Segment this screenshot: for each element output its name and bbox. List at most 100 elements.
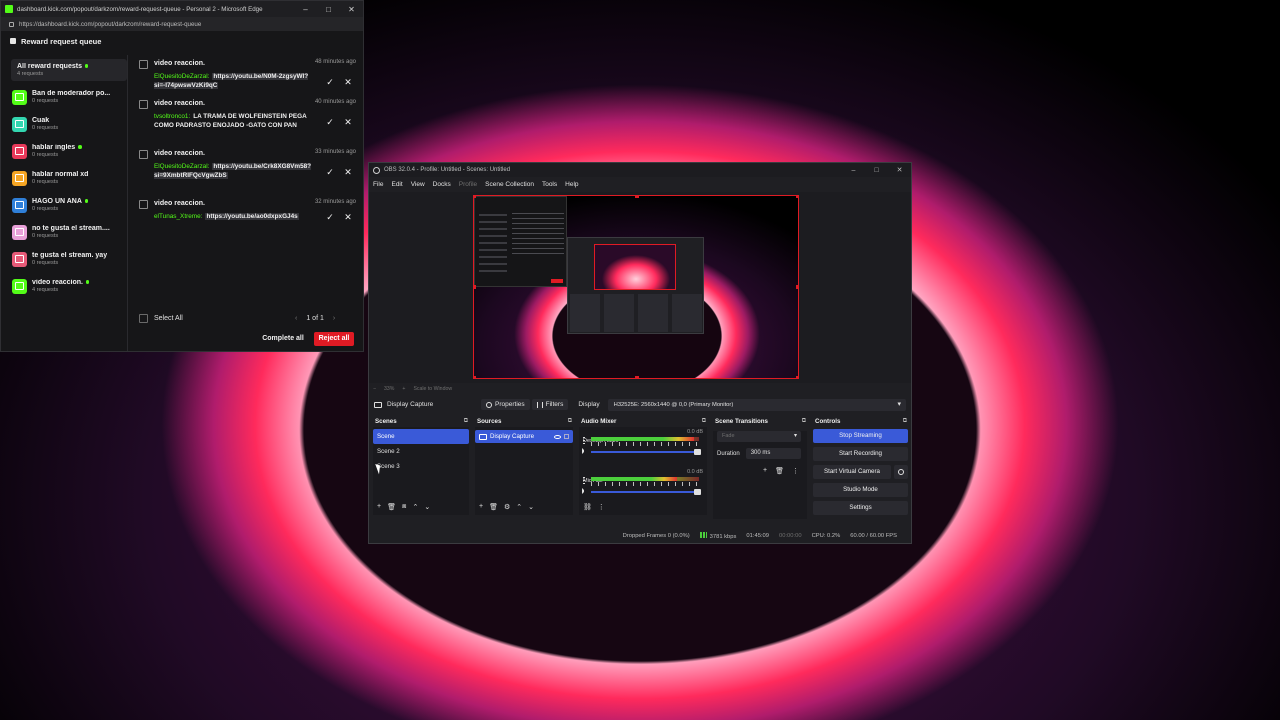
reject-all-button[interactable]: Reject all	[314, 332, 354, 346]
resize-handle[interactable]	[474, 196, 476, 198]
resize-handle[interactable]	[474, 285, 476, 289]
move-up-icon[interactable]: ⌃	[516, 503, 522, 511]
dock-menu-icon[interactable]: ⧉	[802, 416, 806, 427]
menu-scene-collection[interactable]: Scene Collection	[485, 181, 534, 188]
sidebar-item-reward[interactable]: no te gusta el stream.... 0 requests	[12, 220, 128, 244]
channel-menu-icon[interactable]	[583, 477, 585, 484]
channel-menu-icon[interactable]	[583, 437, 585, 444]
reject-x-icon[interactable]: ✕	[343, 117, 353, 127]
display-select[interactable]: H32525E: 2560x1440 @ 0,0 (Primary Monito…	[607, 398, 906, 411]
virtual-camera-settings-button[interactable]	[894, 465, 908, 479]
approve-check-icon[interactable]: ✓	[325, 212, 335, 222]
reject-x-icon[interactable]: ✕	[343, 167, 353, 177]
move-down-icon[interactable]: ⌄	[424, 503, 430, 511]
add-icon[interactable]: +	[763, 467, 767, 475]
menu-profile[interactable]: Profile	[459, 181, 477, 188]
volume-slider[interactable]	[591, 489, 701, 495]
resize-handle[interactable]	[796, 196, 798, 198]
trash-icon[interactable]: 🗑	[387, 503, 396, 511]
link-icon[interactable]: ⛓	[583, 503, 592, 511]
request-username[interactable]: tvsoltronco1:	[154, 113, 190, 120]
volume-slider-knob[interactable]	[694, 489, 701, 495]
resize-handle[interactable]	[474, 376, 476, 378]
request-username[interactable]: ElQuesitoDeZarzal:	[154, 163, 209, 170]
filter-icon[interactable]: ⧈	[402, 503, 406, 511]
menu-tools[interactable]: Tools	[542, 181, 557, 188]
studio-mode-button[interactable]: Studio Mode	[813, 483, 908, 497]
reject-x-icon[interactable]: ✕	[343, 77, 353, 87]
select-all-label[interactable]: Select All	[154, 315, 183, 322]
start-virtual-camera-button[interactable]: Start Virtual Camera	[813, 465, 891, 479]
scene-item-scene-2[interactable]: Scene 2	[373, 444, 469, 459]
approve-check-icon[interactable]: ✓	[325, 167, 335, 177]
minimize-icon[interactable]: –	[842, 167, 865, 174]
speaker-icon[interactable]	[582, 488, 588, 494]
menu-file[interactable]: File	[373, 181, 383, 188]
zoom-in-icon[interactable]: +	[402, 386, 405, 392]
gear-icon[interactable]: ⚙	[504, 503, 510, 511]
scale-mode[interactable]: Scale to Window	[413, 386, 452, 392]
settings-button[interactable]: Settings	[813, 501, 908, 515]
preview-display-capture[interactable]	[473, 195, 799, 379]
sidebar-item-reward[interactable]: hablar ingles 0 requests	[12, 139, 128, 163]
select-all-checkbox[interactable]	[139, 314, 148, 323]
scene-item-scene-3[interactable]: Scene 3	[373, 459, 469, 474]
resize-handle[interactable]	[635, 376, 639, 378]
complete-all-button[interactable]: Complete all	[258, 332, 308, 346]
resize-handle[interactable]	[796, 285, 798, 289]
request-username[interactable]: elTunas_Xtreme:	[154, 213, 202, 220]
duration-input[interactable]: 300 ms	[745, 448, 801, 459]
move-up-icon[interactable]: ⌃	[412, 503, 418, 511]
close-icon[interactable]: ✕	[888, 166, 911, 174]
trash-icon[interactable]: 🗑	[489, 503, 498, 511]
request-checkbox[interactable]	[139, 60, 148, 69]
url-text[interactable]: https://dashboard.kick.com/popout/darkzo…	[19, 21, 201, 28]
request-message[interactable]: https://youtu.be/ao0dxpxGJ4s	[205, 213, 299, 220]
start-recording-button[interactable]: Start Recording	[813, 447, 908, 461]
eye-icon[interactable]	[554, 434, 561, 439]
close-icon[interactable]: ✕	[340, 5, 363, 14]
sidebar-item-reward[interactable]: HAGO UN AÑA 0 requests	[12, 193, 128, 217]
dock-menu-icon[interactable]: ⧉	[903, 416, 907, 427]
next-page-icon[interactable]: ›	[333, 315, 335, 322]
add-icon[interactable]: +	[479, 503, 483, 511]
approve-check-icon[interactable]: ✓	[325, 77, 335, 87]
request-checkbox[interactable]	[139, 200, 148, 209]
minimize-icon[interactable]: –	[294, 5, 317, 14]
address-bar[interactable]: https://dashboard.kick.com/popout/darkzo…	[1, 17, 363, 31]
more-icon[interactable]: ⋮	[792, 467, 799, 475]
reject-x-icon[interactable]: ✕	[343, 212, 353, 222]
dock-menu-icon[interactable]: ⧉	[702, 416, 706, 427]
volume-slider-knob[interactable]	[694, 449, 701, 455]
scene-item-scene[interactable]: Scene	[373, 429, 469, 444]
request-username[interactable]: ElQuesitoDeZarzal:	[154, 73, 209, 80]
volume-slider[interactable]	[591, 449, 701, 455]
maximize-icon[interactable]: □	[317, 5, 340, 14]
request-checkbox[interactable]	[139, 100, 148, 109]
sidebar-item-reward[interactable]: Cuak 0 requests	[12, 112, 128, 136]
transition-select[interactable]: Fade	[717, 431, 801, 442]
approve-check-icon[interactable]: ✓	[325, 117, 335, 127]
dock-menu-icon[interactable]: ⧉	[464, 416, 468, 427]
sidebar-item-reward[interactable]: te gusta el stream. yay 0 requests	[12, 247, 128, 271]
menu-edit[interactable]: Edit	[391, 181, 402, 188]
zoom-level[interactable]: 33%	[384, 386, 394, 392]
source-item-display-capture[interactable]: Display Capture	[475, 430, 573, 443]
resize-handle[interactable]	[796, 376, 798, 378]
dock-menu-icon[interactable]: ⧉	[568, 416, 572, 427]
more-icon[interactable]: ⋮	[598, 503, 605, 511]
menu-help[interactable]: Help	[565, 181, 578, 188]
filters-button[interactable]: Filters	[531, 399, 569, 410]
request-checkbox[interactable]	[139, 150, 148, 159]
speaker-icon[interactable]	[582, 448, 588, 454]
lock-icon[interactable]	[564, 434, 569, 439]
sidebar-item-reward[interactable]: Ban de moderador po... 0 requests	[12, 85, 128, 109]
zoom-out-icon[interactable]: −	[373, 386, 376, 392]
prev-page-icon[interactable]: ‹	[295, 315, 297, 322]
sidebar-item-all-rewards[interactable]: All reward requests 4 requests	[11, 59, 127, 81]
preview-canvas[interactable]: − 33% + Scale to Window	[369, 192, 911, 392]
resize-handle[interactable]	[635, 196, 639, 198]
sidebar-item-reward[interactable]: video reaccion. 4 requests	[12, 274, 128, 298]
maximize-icon[interactable]: □	[865, 167, 888, 174]
menu-docks[interactable]: Docks	[433, 181, 451, 188]
